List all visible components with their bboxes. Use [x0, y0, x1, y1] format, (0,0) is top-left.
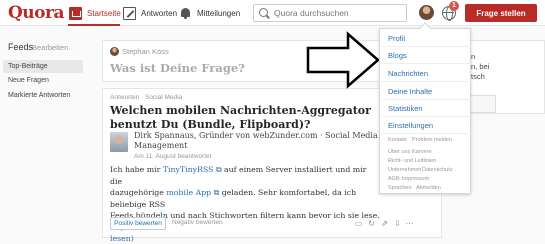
menu-item-your-content[interactable]: Deine Inhalte [379, 83, 471, 100]
more-options-icon[interactable]: ⋯ [405, 219, 414, 228]
mobile-app-link[interactable]: mobile App [166, 188, 211, 197]
post-meta: Antworten · Social Media [110, 94, 183, 101]
upvote-button[interactable]: Positiv bewerten [110, 217, 166, 230]
nav-notifications-label: Mitteilungen [197, 8, 241, 18]
user-avatar[interactable] [419, 5, 434, 20]
footer-link-imprint[interactable]: Impressum [402, 176, 429, 182]
right-card-text: tsch [471, 72, 485, 81]
feeds-title: Feeds [8, 42, 34, 52]
annotation-arrow-icon [306, 31, 380, 89]
right-card-text: n [471, 52, 476, 61]
downvote-arrow-icon[interactable]: ⇩ [393, 219, 402, 228]
footer-link-careers[interactable]: Karriere [412, 149, 432, 155]
ask-user-avatar [110, 47, 119, 56]
answerer-avatar[interactable] [110, 132, 128, 152]
sidebar-item-bookmarked-answers[interactable]: Markierte Antworten [3, 89, 83, 102]
footer-link-contact[interactable]: Kontakt [388, 137, 407, 143]
menu-item-stats[interactable]: Statistiken [379, 100, 471, 117]
nav-home[interactable]: Startseite [69, 5, 121, 21]
ask-user-name: Stephan Koss [122, 47, 169, 56]
footer-link-languages[interactable]: Sprachen [388, 185, 412, 191]
footer-link-privacy[interactable]: Datenschutz [422, 167, 453, 173]
footer-link-guidelines[interactable]: Richt- und Leitlinien [388, 158, 436, 164]
read-more-link-cont[interactable]: lesen) [110, 234, 134, 243]
notification-badge: 1 [449, 1, 459, 11]
answer-text: Ich habe mir [110, 165, 163, 174]
tinytinyrss-link[interactable]: TinyTinyRSS [163, 165, 214, 174]
footer-link-logout[interactable]: Abmelden [416, 185, 441, 191]
answerer-line-2: Management [134, 141, 188, 150]
answer-text: dazugehörige [110, 188, 167, 197]
footer-link-about[interactable]: Über uns [388, 149, 410, 155]
refresh-icon[interactable]: ↻ [367, 219, 376, 228]
search-box[interactable] [253, 4, 407, 22]
sidebar-item-top-posts[interactable]: Top-Beiträge [3, 60, 83, 73]
pencil-icon [123, 6, 136, 20]
right-card-text: n, bei [471, 62, 490, 71]
question-title[interactable]: Welchen mobilen Nachrichten-Aggregator b… [110, 104, 400, 132]
share-icon[interactable]: ⇗ [380, 219, 389, 228]
menu-item-blogs[interactable]: Blogs [379, 47, 471, 64]
sidebar-item-new-questions[interactable]: Neue Fragen [3, 74, 83, 87]
menu-item-messages[interactable]: Nachrichten [379, 65, 471, 82]
search-input[interactable] [274, 8, 404, 18]
nav-notifications[interactable]: Mitteilungen [179, 5, 240, 21]
home-icon [69, 6, 82, 20]
feeds-edit-link[interactable]: Bearbeiten [32, 43, 68, 52]
ask-question-prompt[interactable]: Was ist Deine Frage? [110, 61, 245, 75]
external-link-icon: ⧉ [213, 165, 222, 174]
ask-question-button[interactable]: Frage stellen [465, 4, 537, 22]
menu-item-settings[interactable]: Einstellungen [379, 117, 471, 134]
footer-link-terms[interactable]: AGB [388, 176, 400, 182]
bell-icon [179, 7, 192, 20]
nav-answers[interactable]: Antworten [123, 5, 177, 21]
nav-home-label: Startseite [87, 8, 121, 18]
answerer-credential[interactable]: Dirk Spannaus, Gründer von webZunder.com… [134, 131, 394, 151]
comment-icon[interactable]: ▭ [354, 219, 363, 228]
answerer-line-1: Dirk Spannaus, Gründer von webZunder.com… [134, 131, 378, 140]
nav-answers-label: Antworten [141, 8, 178, 18]
menu-item-profile[interactable]: Profil [379, 30, 471, 47]
footer-link-report[interactable]: Problem melden [412, 137, 452, 143]
answered-date: Am 11. August beantwortet [134, 153, 212, 160]
quora-logo[interactable]: Quora [8, 3, 64, 23]
downvote-button[interactable]: Negativ bewerten [172, 219, 223, 226]
footer-link-business[interactable]: Unternehmen [388, 167, 421, 173]
search-icon [259, 7, 270, 19]
nav-active-indicator [68, 24, 120, 26]
answer-body: Ich habe mir TinyTinyRSS ⧉ auf einem Ser… [110, 164, 380, 244]
